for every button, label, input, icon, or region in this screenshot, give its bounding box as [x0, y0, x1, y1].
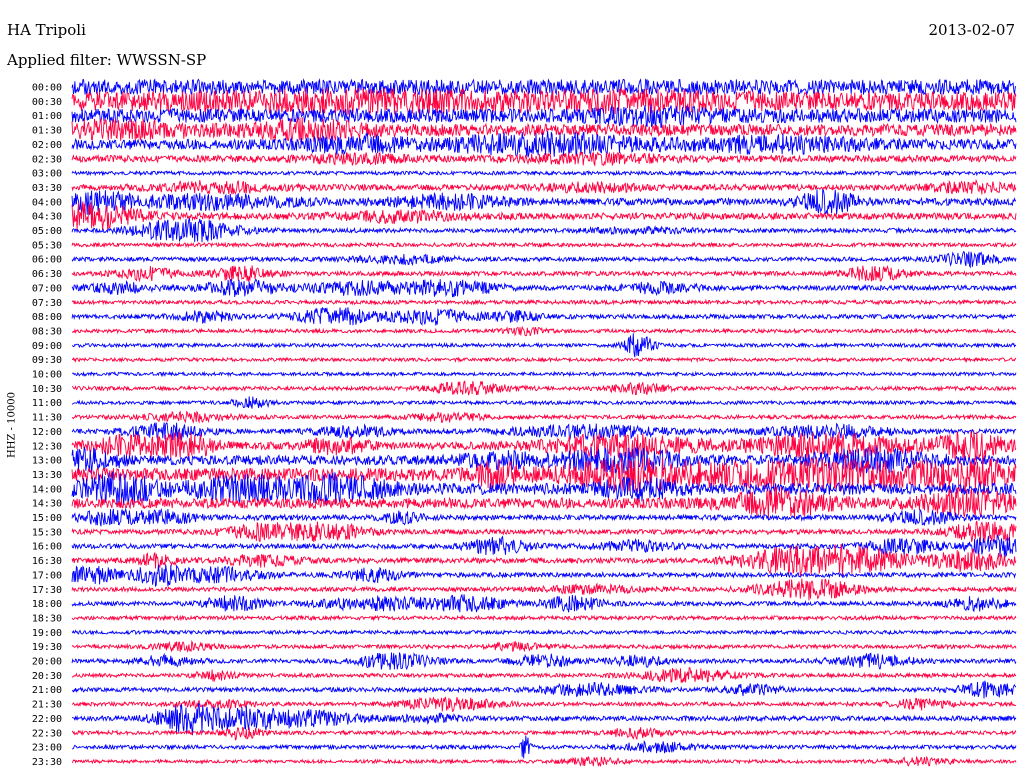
trace-row-0300: [71, 169, 1017, 177]
time-tick-label: 01:00: [32, 111, 62, 122]
time-tick-label: 18:30: [32, 613, 62, 624]
time-tick-label: 11:30: [32, 413, 62, 424]
time-tick-label: 00:00: [32, 83, 62, 94]
time-tick-label: 18:00: [32, 599, 62, 610]
trace-row-2300: [71, 735, 1017, 759]
time-tick-label: 00:30: [32, 97, 62, 108]
trace-row-0130: [71, 117, 1017, 143]
time-tick-label: 02:00: [32, 140, 62, 151]
trace-row-2330: [71, 755, 1017, 767]
time-tick-label: 23:30: [32, 757, 62, 768]
time-tick-label: 21:30: [32, 700, 62, 711]
trace-row-2200: [71, 702, 1017, 736]
time-tick-label: 13:30: [32, 470, 62, 481]
trace-row-0530: [71, 241, 1017, 249]
time-tick-label: 21:00: [32, 685, 62, 696]
time-tick-label: 22:00: [32, 714, 62, 725]
time-tick-label: 09:00: [32, 341, 62, 352]
time-tick-label: 20:00: [32, 657, 62, 668]
trace-row-1130: [71, 410, 1017, 424]
trace-row-0400: [71, 189, 1017, 215]
time-tick-label: 10:00: [32, 370, 62, 381]
time-tick-label: 22:30: [32, 728, 62, 739]
trace-row-0830: [71, 325, 1017, 337]
helicorder-plot: 00:00 00:30 01:00 01:30 02:00 02:30 03:00 03:30…: [32, 78, 1017, 768]
time-tick-label: 07:00: [32, 283, 62, 294]
time-tick-label: 12:30: [32, 441, 62, 452]
trace-row-0030: [71, 87, 1017, 116]
time-tick-label: 02:30: [32, 154, 62, 165]
time-tick-label: 23:00: [32, 743, 62, 754]
time-tick-label: 16:00: [32, 542, 62, 553]
trace-row-0330: [71, 178, 1017, 196]
time-tick-label: 14:30: [32, 499, 62, 510]
trace-row-2000: [71, 651, 1017, 671]
time-tick-label: 10:30: [32, 384, 62, 395]
trace-row-0730: [71, 298, 1017, 306]
time-tick-label: 06:30: [32, 269, 62, 280]
trace-row-1100: [71, 396, 1017, 409]
time-tick-label: 16:30: [32, 556, 62, 567]
time-tick-label: 13:00: [32, 456, 62, 467]
time-tick-label: 15:30: [32, 527, 62, 538]
trace-row-0600: [71, 250, 1017, 269]
time-tick-label: 17:30: [32, 585, 62, 596]
trace-row-1030: [71, 380, 1017, 396]
trace-row-1800: [71, 593, 1017, 613]
time-tick-label: 19:00: [32, 628, 62, 639]
time-tick-label: 15:00: [32, 513, 62, 524]
time-tick-label: 17:00: [32, 570, 62, 581]
time-tick-label: 11:00: [32, 398, 62, 409]
trace-row-2030: [71, 666, 1017, 684]
trace-row-1230: [71, 430, 1017, 462]
time-tick-label: 07:30: [32, 298, 62, 309]
time-tick-label: 05:00: [32, 226, 62, 237]
trace-row-0500: [71, 217, 1017, 243]
trace-row-1600: [71, 534, 1017, 558]
trace-row-2100: [71, 680, 1017, 699]
time-tick-label: 05:30: [32, 240, 62, 251]
time-tick-label: 04:30: [32, 212, 62, 223]
time-tick-label: 06:00: [32, 255, 62, 266]
trace-row-2230: [71, 726, 1017, 741]
trace-row-0900: [71, 333, 1017, 358]
trace-row-1000: [72, 370, 1017, 378]
trace-row-0230: [71, 151, 1017, 167]
time-tick-label: 04:00: [32, 197, 62, 208]
trace-row-1930: [71, 639, 1017, 653]
time-tick-label: 03:00: [32, 169, 62, 180]
trace-row-1500: [71, 507, 1017, 527]
time-tick-label: 03:30: [32, 183, 62, 194]
trace-row-1730: [71, 578, 1017, 601]
time-tick-label: 20:30: [32, 671, 62, 682]
trace-row-0630: [71, 264, 1017, 283]
time-tick-label: 01:30: [32, 126, 62, 137]
trace-row-0700: [71, 278, 1017, 298]
time-tick-label: 14:00: [32, 484, 62, 495]
trace-row-0800: [71, 306, 1017, 326]
trace-row-1700: [71, 564, 1016, 588]
trace-row-1900: [71, 628, 1017, 636]
time-tick-label: 08:00: [32, 312, 62, 323]
trace-row-1530: [71, 520, 1017, 542]
trace-row-1830: [71, 614, 1017, 622]
time-tick-label: 12:00: [32, 427, 62, 438]
time-tick-label: 09:30: [32, 355, 62, 366]
time-tick-label: 08:30: [32, 326, 62, 337]
trace-row-0930: [71, 356, 1017, 364]
trace-row-1200: [71, 421, 1017, 441]
time-tick-label: 19:30: [32, 642, 62, 653]
trace-row-0000: [71, 78, 1017, 97]
